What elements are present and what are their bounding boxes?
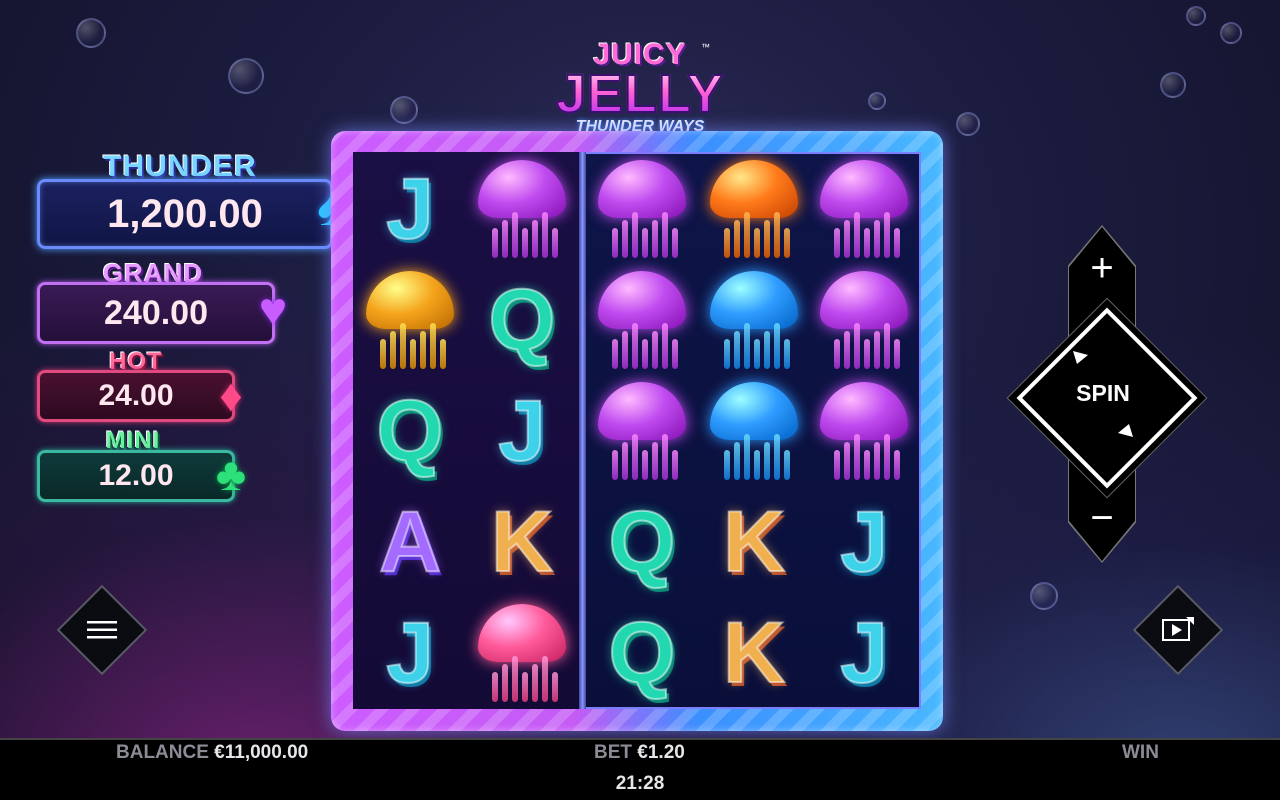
bubble [868, 92, 886, 110]
jackpot-grand-value: 240.00 [37, 282, 275, 344]
bet-display: BET €1.20 [594, 742, 685, 764]
symbol-letter: K [490, 494, 554, 590]
letter-j-symbol: J [355, 598, 465, 708]
jelly-blue-symbol [699, 265, 809, 375]
symbol-letter: J [839, 494, 889, 590]
spin-button[interactable]: SPIN [1015, 306, 1198, 489]
letter-q-symbol: Q [467, 265, 577, 375]
symbol-letter: J [497, 383, 547, 479]
jelly-purple-symbol [587, 265, 697, 375]
balance-label: BALANCE [116, 742, 209, 763]
hamburger-icon [70, 598, 134, 662]
symbol-letter: J [385, 161, 435, 257]
status-bar: BALANCE €11,000.00 BET €1.20 WIN 21:28 [0, 738, 1280, 800]
bubble [1030, 582, 1058, 610]
symbol-letter: J [385, 605, 435, 701]
jelly-purple-symbol [809, 376, 919, 486]
heart-icon: ♥ [258, 283, 288, 337]
win-display: WIN [1122, 742, 1159, 764]
symbol-letter: A [378, 494, 442, 590]
letter-k-symbol: K [467, 487, 577, 597]
balance-display: BALANCE €11,000.00 [116, 742, 308, 764]
jellyfish-icon [706, 382, 802, 480]
jelly-pink-symbol [467, 598, 577, 708]
letter-q-symbol: Q [355, 376, 465, 486]
letter-q-symbol: Q [587, 598, 697, 708]
jelly-purple-symbol [809, 154, 919, 264]
jellyfish-icon [706, 160, 802, 258]
symbol-letter: Q [488, 272, 557, 368]
bubble [1186, 6, 1206, 26]
jellyfish-icon [474, 160, 570, 258]
jelly-gold-symbol [355, 265, 465, 375]
bubble [1160, 72, 1186, 98]
increase-bet-button[interactable]: + [1069, 248, 1135, 288]
symbol-letter: K [722, 605, 786, 701]
clock: 21:28 [615, 773, 665, 794]
jelly-blue-symbol [699, 376, 809, 486]
jelly-purple-symbol [587, 154, 697, 264]
letter-j-symbol: J [809, 598, 919, 708]
jellyfish-icon [816, 271, 912, 369]
jelly-purple-symbol [587, 376, 697, 486]
jellyfish-icon [706, 271, 802, 369]
jellyfish-icon [594, 160, 690, 258]
jellyfish-icon [816, 160, 912, 258]
diamond-icon: ♦ [219, 369, 243, 421]
symbol-letter: Q [608, 494, 677, 590]
jellyfish-icon [594, 271, 690, 369]
bet-label: BET [594, 742, 632, 763]
jellyfish-icon [816, 382, 912, 480]
letter-j-symbol: J [355, 154, 465, 264]
symbol-letter: Q [608, 605, 677, 701]
status-bar-divider [0, 738, 1280, 740]
logo-trademark: ™ [701, 42, 710, 52]
reel-divider [579, 152, 586, 709]
balance-value: €11,000.00 [214, 742, 309, 763]
jelly-orange-symbol [699, 154, 809, 264]
letter-q-symbol: Q [587, 487, 697, 597]
letter-k-symbol: K [699, 598, 809, 708]
spin-label: SPIN [1076, 380, 1130, 406]
bubble [390, 96, 418, 124]
jackpot-thunder-value: 1,200.00 [37, 179, 333, 249]
jellyfish-icon [594, 382, 690, 480]
letter-k-symbol: K [699, 487, 809, 597]
letter-j-symbol: J [467, 376, 577, 486]
symbol-letter: K [722, 494, 786, 590]
jellyfish-icon [362, 271, 458, 369]
symbol-letter: Q [376, 383, 445, 479]
autoplay-icon [1146, 598, 1210, 662]
bet-value: €1.20 [637, 742, 685, 763]
bubble [956, 112, 980, 136]
jelly-purple-symbol [467, 154, 577, 264]
bubble [1220, 22, 1242, 44]
letter-a-symbol: A [355, 487, 465, 597]
jellyfish-icon [474, 604, 570, 702]
logo-line2: JELLY [520, 66, 760, 122]
bubble [76, 18, 106, 48]
letter-j-symbol: J [809, 487, 919, 597]
club-icon: ♣ [215, 448, 247, 500]
jelly-purple-symbol [809, 265, 919, 375]
win-label: WIN [1122, 742, 1159, 763]
decrease-bet-button[interactable]: − [1069, 498, 1135, 538]
symbol-letter: J [839, 605, 889, 701]
bubble [228, 58, 264, 94]
